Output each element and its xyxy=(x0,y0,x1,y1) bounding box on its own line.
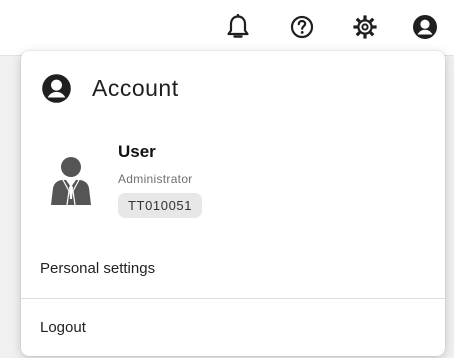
menu-divider xyxy=(21,298,445,299)
help-circle-icon xyxy=(290,15,314,39)
user-role: Administrator xyxy=(118,172,193,186)
help-button[interactable] xyxy=(285,10,319,44)
notifications-button[interactable] xyxy=(221,10,255,44)
account-circle-icon xyxy=(413,15,437,39)
settings-button[interactable] xyxy=(348,10,382,44)
account-circle-icon xyxy=(42,74,71,103)
user-id-badge: TT010051 xyxy=(118,193,203,218)
user-avatar-icon xyxy=(51,157,91,205)
user-info: User Administrator TT010051 xyxy=(49,139,429,229)
personal-settings-item[interactable]: Personal settings xyxy=(21,246,445,294)
personal-settings-label: Personal settings xyxy=(40,260,156,277)
gear-icon xyxy=(353,15,377,39)
account-header: Account xyxy=(41,73,179,104)
account-button[interactable] xyxy=(408,10,442,44)
user-name: User xyxy=(118,142,156,161)
logout-label: Logout xyxy=(40,319,86,336)
top-bar xyxy=(0,0,454,56)
account-dropdown: Account User Administrator TT010051 Pers… xyxy=(21,51,445,356)
account-title: Account xyxy=(92,75,179,101)
logout-item[interactable]: Logout xyxy=(21,305,445,353)
bell-icon xyxy=(227,14,249,38)
